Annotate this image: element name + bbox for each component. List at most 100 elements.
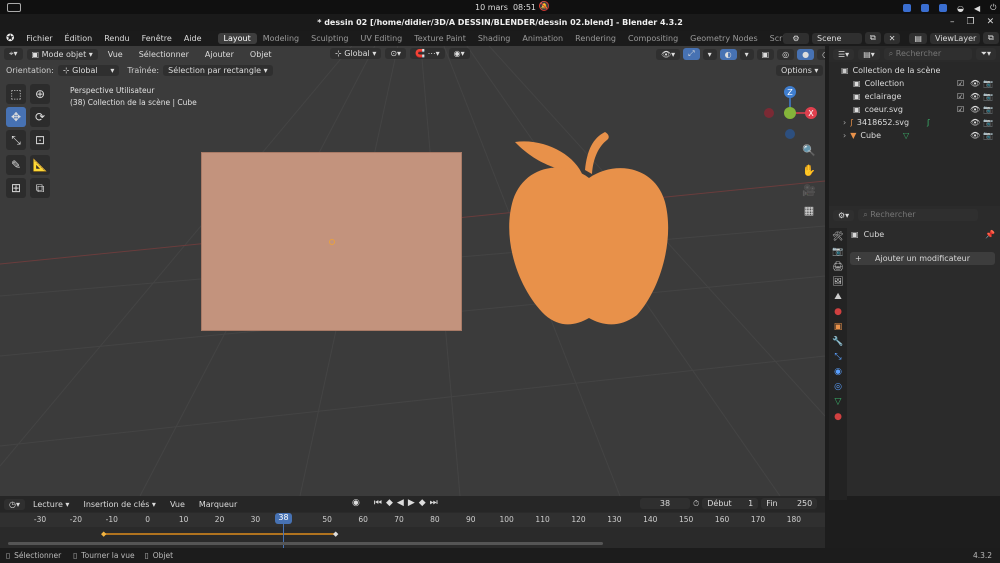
gizmo-toggle-icon[interactable]: ⤢: [683, 48, 700, 60]
expand-arrow-icon[interactable]: ›: [843, 131, 846, 140]
outliner-item-cube[interactable]: › ▼ Cube ▽ 👁 📷: [841, 129, 1000, 142]
viewlayer-icon[interactable]: ▤: [909, 32, 927, 44]
clock-icon[interactable]: ⏱: [693, 499, 699, 509]
app-indicator-icon[interactable]: [921, 4, 929, 12]
timeline-scrollbar[interactable]: [8, 542, 603, 545]
tab-uv-editing[interactable]: UV Editing: [354, 33, 408, 44]
scene-icon[interactable]: ⚙: [783, 32, 809, 44]
scale-tool-icon[interactable]: ⤡: [6, 130, 26, 150]
eye-icon[interactable]: 👁: [970, 79, 980, 88]
tool-tab-icon[interactable]: 🛠: [832, 232, 843, 242]
wifi-icon[interactable]: ◒: [957, 4, 964, 13]
keyframe-icon[interactable]: ◆: [101, 530, 106, 538]
record-icon[interactable]: ◉: [352, 498, 360, 508]
frame-ruler[interactable]: -30 -20 -10 0 10 20 30 50 60 70 80 90 100 110 120 130 14…: [0, 513, 825, 527]
apple-svg-object[interactable]: [505, 130, 675, 330]
tab-shading[interactable]: Shading: [472, 33, 517, 44]
viewlayer-selector[interactable]: ViewLayer: [929, 32, 980, 44]
clock[interactable]: 10 mars 08:51 🔕: [475, 2, 550, 12]
pan-hand-icon[interactable]: ✋: [799, 160, 819, 180]
solid-shading-icon[interactable]: ●: [797, 48, 815, 60]
overlay-menu-icon[interactable]: ▾: [739, 48, 754, 60]
move-tool-icon[interactable]: ✥: [6, 107, 26, 127]
menu-fenetre[interactable]: Fenêtre: [136, 34, 178, 43]
scene-tab-icon[interactable]: ⛰: [834, 292, 842, 302]
eye-icon[interactable]: 👁: [970, 118, 980, 127]
minimize-icon[interactable]: –: [950, 17, 955, 27]
rotate-tool-icon[interactable]: ⟳: [30, 107, 50, 127]
current-frame-field[interactable]: 38: [640, 498, 690, 509]
menu-insertion-cles[interactable]: Insertion de clés ▾: [77, 500, 162, 509]
menu-objet[interactable]: Objet: [244, 50, 278, 59]
render-tab-icon[interactable]: 📷: [832, 247, 843, 257]
navigation-gizmo[interactable]: Z X: [760, 84, 820, 144]
next-key-icon[interactable]: ◆: [419, 498, 426, 508]
tab-modeling[interactable]: Modeling: [257, 33, 305, 44]
snap-icon[interactable]: 🧲 ⋯▾: [410, 48, 445, 59]
scene-copy-icon[interactable]: ⧉: [865, 32, 881, 44]
cursor-tool-icon[interactable]: ⊕: [30, 84, 50, 104]
scene-delete-icon[interactable]: ✕: [883, 32, 901, 44]
wireframe-shading-icon[interactable]: ◎: [777, 48, 795, 60]
outliner-item-coeur[interactable]: ▣ coeur.svg ☑ 👁 📷: [841, 103, 1000, 116]
jump-end-icon[interactable]: ⏭: [430, 498, 438, 508]
proportional-edit-icon[interactable]: ◉▾: [448, 48, 470, 59]
xray-icon[interactable]: ▣: [756, 48, 775, 60]
particles-tab-icon[interactable]: ⤡: [834, 352, 841, 362]
pivot-icon[interactable]: ⊙▾: [385, 48, 407, 59]
camera-render-icon[interactable]: 📷: [983, 105, 993, 114]
outliner-item-eclairage[interactable]: ▣ eclairage ☑ 👁 📷: [841, 90, 1000, 103]
eye-icon[interactable]: 👁: [970, 131, 980, 140]
app-indicator-icon[interactable]: [939, 4, 947, 12]
tab-compositing[interactable]: Compositing: [622, 33, 684, 44]
properties-search-input[interactable]: ⌕ Rechercher: [858, 209, 979, 221]
output-tab-icon[interactable]: 🖨: [832, 262, 843, 272]
app-indicator-icon[interactable]: [903, 4, 911, 12]
display-mode-icon[interactable]: ▤▾: [858, 48, 880, 60]
checkbox-icon[interactable]: ☑: [957, 105, 964, 114]
tab-texture-paint[interactable]: Texture Paint: [408, 33, 472, 44]
camera-render-icon[interactable]: 📷: [983, 118, 993, 127]
viewlayer-copy-icon[interactable]: ⧉: [982, 32, 999, 44]
data-tab-icon[interactable]: ▽: [835, 397, 842, 407]
camera-icon[interactable]: 🎥: [799, 180, 819, 200]
visibility-icon[interactable]: 👁▾: [656, 48, 681, 60]
modifier-tab-icon[interactable]: 🔧: [832, 337, 843, 347]
pin-icon[interactable]: 📌: [985, 230, 995, 239]
tab-rendering[interactable]: Rendering: [569, 33, 622, 44]
orientation-selector[interactable]: ⊹ Global ▾: [57, 65, 120, 76]
constraints-tab-icon[interactable]: ◎: [834, 382, 842, 392]
checkbox-icon[interactable]: ☑: [957, 92, 964, 101]
menu-rendu[interactable]: Rendu: [98, 34, 135, 43]
tab-animation[interactable]: Animation: [516, 33, 569, 44]
scene-selector[interactable]: Scene: [812, 32, 862, 44]
camera-render-icon[interactable]: 📷: [983, 79, 993, 88]
menu-timeline-vue[interactable]: Vue: [164, 500, 191, 509]
close-icon[interactable]: ✕: [987, 17, 995, 27]
expand-arrow-icon[interactable]: ›: [843, 118, 846, 127]
eye-icon[interactable]: 👁: [970, 105, 980, 114]
transform-tool-icon[interactable]: ⊡: [30, 130, 50, 150]
play-icon[interactable]: ▶: [408, 498, 415, 508]
select-box-tool-icon[interactable]: ⬚: [6, 84, 26, 104]
tab-geometry-nodes[interactable]: Geometry Nodes: [684, 33, 763, 44]
activities-icon[interactable]: [7, 3, 21, 12]
timeline-editor-icon[interactable]: ◷▾: [4, 498, 25, 510]
checkbox-icon[interactable]: ☑: [957, 79, 964, 88]
end-frame-field[interactable]: Fin 250: [761, 498, 818, 509]
jump-start-icon[interactable]: ⏮: [374, 498, 382, 508]
outliner-item-collection[interactable]: ▣ Collection ☑ 👁 📷: [841, 77, 1000, 90]
world-tab-icon[interactable]: ●: [834, 307, 842, 317]
outliner-item-root[interactable]: ▣ Collection de la scène: [841, 64, 1000, 77]
editor-type-icon[interactable]: ⌖▾: [4, 48, 23, 60]
filter-icon[interactable]: ⏷▾: [975, 48, 996, 60]
start-frame-field[interactable]: Début 1: [702, 498, 759, 509]
outliner-item-3418652[interactable]: › ʃ 3418652.svg ʃ 👁 📷: [841, 116, 1000, 129]
add-cube-tool-icon[interactable]: ⊞: [6, 178, 26, 198]
menu-aide[interactable]: Aide: [178, 34, 208, 43]
menu-edition[interactable]: Édition: [59, 34, 99, 43]
transform-orientation-selector[interactable]: ⊹ Global ▾: [330, 48, 382, 59]
keyframe-icon[interactable]: ◆: [333, 530, 338, 538]
drag-selector[interactable]: Sélection par rectangle ▾: [163, 65, 273, 76]
menu-lecture[interactable]: Lecture ▾: [27, 500, 75, 509]
